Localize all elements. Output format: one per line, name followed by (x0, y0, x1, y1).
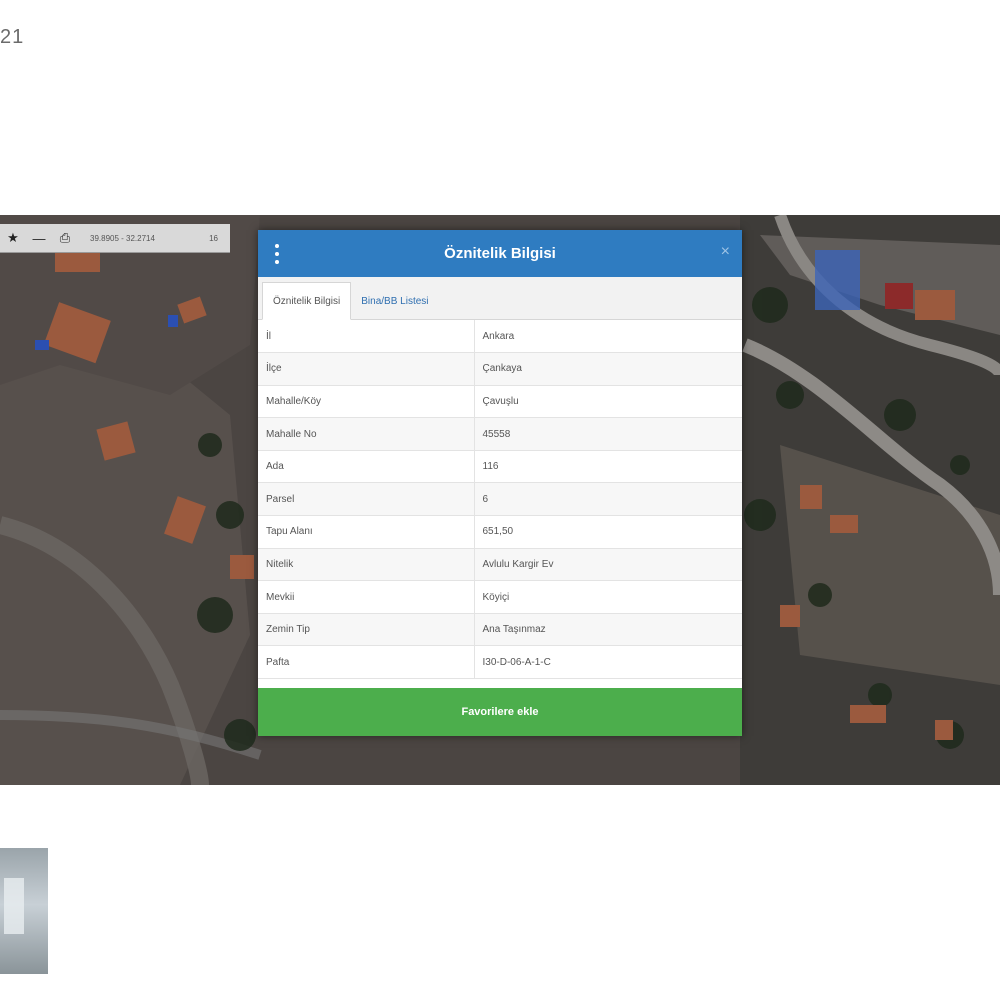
minus-icon[interactable]: — (26, 224, 52, 252)
attribute-value: 6 (474, 482, 742, 517)
attribute-key: Mahalle/Köy (258, 385, 475, 419)
attribute-table: İl Ankara İlçe Çankaya Mahalle/Köy Çavuşlu Mah… (258, 320, 742, 680)
attribute-value: 116 (474, 450, 742, 484)
table-row: İlçe Çankaya (258, 352, 742, 386)
coordinate-readout: 39.8905 - 32.2714 (90, 233, 155, 243)
attribute-dialog: Öznitelik Bilgisi × Öznitelik Bilgisi Bi… (258, 230, 742, 736)
attribute-key: Ada (258, 450, 475, 484)
dialog-tabs: Öznitelik Bilgisi Bina/BB Listesi (258, 277, 742, 320)
table-row: Mahalle No 45558 (258, 417, 742, 451)
attribute-value: Köyiçi (474, 580, 742, 614)
attribute-key: Zemin Tip (258, 613, 475, 647)
attribute-value: Çankaya (474, 352, 742, 386)
attribute-value: Avlulu Kargir Ev (474, 548, 742, 582)
add-to-favorites-button[interactable]: Favorilere ekle (258, 688, 742, 736)
attribute-value: Çavuşlu (474, 385, 742, 419)
attribute-key: İl (258, 320, 475, 354)
table-row: Mevkii Köyiçi (258, 580, 742, 614)
table-row: Nitelik Avlulu Kargir Ev (258, 548, 742, 582)
print-icon[interactable]: ⎙ (52, 224, 78, 252)
table-row: Mahalle/Köy Çavuşlu (258, 385, 742, 419)
map-toolbar: ★ — ⎙ 39.8905 - 32.2714 16 (0, 224, 230, 253)
attribute-key: İlçe (258, 352, 475, 386)
zoom-level: 16 (209, 233, 218, 243)
star-icon[interactable]: ★ (0, 224, 26, 252)
table-row: Tapu Alanı 651,50 (258, 515, 742, 549)
attribute-key: Pafta (258, 645, 475, 680)
more-vertical-icon[interactable] (274, 244, 280, 264)
dialog-header: Öznitelik Bilgisi × (258, 230, 742, 277)
tab-building-list[interactable]: Bina/BB Listesi (351, 283, 438, 319)
attribute-value: Ankara (474, 320, 742, 354)
attribute-key: Parsel (258, 482, 475, 517)
attribute-value: I30-D-06-A-1-C (474, 645, 742, 680)
attribute-key: Mahalle No (258, 417, 475, 451)
thumbnail-image[interactable] (0, 848, 48, 974)
attribute-value: Ana Taşınmaz (474, 613, 742, 647)
tab-attribute-info[interactable]: Öznitelik Bilgisi (262, 282, 352, 320)
table-row: İl Ankara (258, 320, 742, 354)
table-row: Zemin Tip Ana Taşınmaz (258, 613, 742, 647)
table-row: Ada 116 (258, 450, 742, 484)
dialog-title: Öznitelik Bilgisi (444, 245, 556, 262)
attribute-value: 45558 (474, 417, 742, 451)
attribute-key: Tapu Alanı (258, 515, 475, 549)
corner-label: 21 (0, 26, 25, 48)
table-row: Parsel 6 (258, 482, 742, 517)
close-icon[interactable]: × (721, 243, 730, 261)
table-row: Pafta I30-D-06-A-1-C (258, 645, 742, 680)
attribute-key: Mevkii (258, 580, 475, 614)
attribute-value: 651,50 (474, 515, 742, 549)
attribute-key: Nitelik (258, 548, 475, 582)
